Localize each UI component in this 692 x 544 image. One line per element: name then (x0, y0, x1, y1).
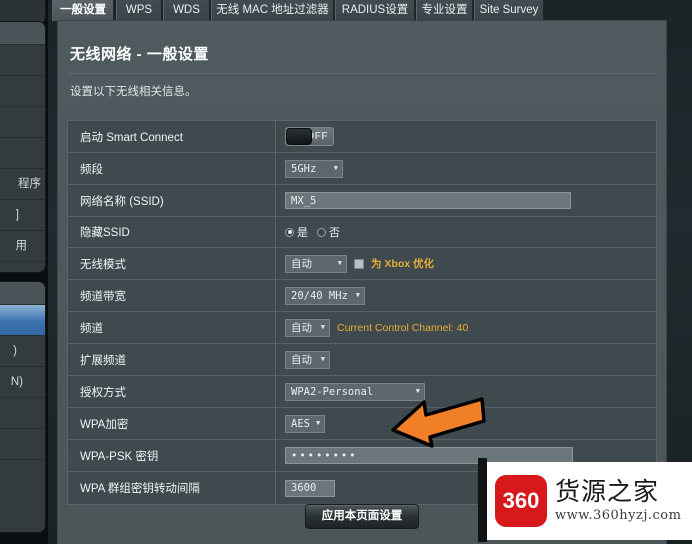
extension-channel-select[interactable]: 自动 ▼ (285, 350, 330, 369)
sidebar-item-upper-2[interactable] (0, 107, 45, 138)
wireless-settings-table: 启动 Smart Connect OFF 频段 5GHz ▼ 网络名称 (SSI… (67, 120, 657, 505)
sidebar-item-lower-4[interactable] (0, 429, 45, 460)
chevron-down-icon: ▼ (415, 387, 420, 395)
extension-channel-value: 自动 (291, 354, 312, 366)
label-channel: 频道 (68, 312, 276, 343)
chevron-down-icon: ▼ (320, 323, 325, 331)
row-wireless-mode: 无线模式 自动 ▼ 为 Xbox 优化 (68, 248, 656, 280)
sidebar-item-lower-1[interactable]: ) (0, 336, 45, 367)
sidebar-menu-upper: 程序 ] 用 (0, 22, 45, 272)
label-band: 频段 (68, 153, 276, 184)
current-control-channel-note: Current Control Channel: 40 (337, 321, 469, 334)
sidebar-menu-lower-header (0, 282, 45, 305)
channel-select[interactable]: 自动 ▼ (285, 318, 330, 337)
bandwidth-value: 20/40 MHz (291, 289, 348, 302)
tab-1[interactable]: WPS (116, 0, 162, 21)
watermark-edge (478, 458, 487, 542)
radio-icon-yes (285, 227, 294, 237)
label-auth-method: 授权方式 (68, 376, 276, 407)
band-select[interactable]: 5GHz ▼ (285, 159, 343, 178)
auth-method-value: WPA2-Personal (291, 385, 374, 398)
row-bandwidth: 频道带宽 20/40 MHz ▼ (68, 280, 656, 312)
row-band: 频段 5GHz ▼ (68, 153, 656, 185)
radio-icon-no (317, 227, 326, 237)
left-sidebar: 程序 ] 用 ) N) (0, 0, 48, 544)
sidebar-item-lower-3[interactable] (0, 398, 45, 429)
smart-connect-toggle[interactable]: OFF (285, 127, 334, 146)
row-smart-connect: 启动 Smart Connect OFF (68, 121, 656, 153)
toggle-knob (286, 128, 312, 145)
sidebar-menu-upper-header (0, 22, 45, 45)
tab-6[interactable]: Site Survey (474, 0, 544, 21)
apply-button[interactable]: 应用本页面设置 (304, 504, 420, 529)
tab-4[interactable]: RADIUS设置 (335, 0, 415, 21)
row-wpa-encryption: WPA加密 AES ▼ (68, 408, 656, 440)
sidebar-item-upper-7[interactable] (0, 262, 45, 272)
hide-ssid-yes-label: 是 (297, 227, 308, 239)
label-bandwidth: 频道带宽 (68, 280, 276, 311)
chevron-down-icon: ▼ (337, 259, 342, 267)
label-extension-channel: 扩展频道 (68, 344, 276, 375)
auth-method-select[interactable]: WPA2-Personal ▼ (285, 382, 425, 401)
sidebar-top-strip (0, 0, 45, 24)
xbox-optimize-checkbox[interactable] (354, 258, 364, 269)
rekey-interval-input[interactable]: 3600 (285, 479, 335, 497)
watermark-name: 货源之家 (555, 477, 660, 507)
tab-2[interactable]: WDS (163, 0, 210, 21)
tab-0[interactable]: 一般设置 (52, 0, 114, 21)
row-hide-ssid: 隐藏SSID 是 否 (68, 217, 656, 248)
watermark: 360 货源之家 www.360hyzj.com (487, 462, 692, 540)
chevron-down-icon: ▼ (355, 291, 360, 299)
sidebar-menu-lower: ) N) (0, 282, 45, 532)
wpa-encryption-value: AES (291, 417, 310, 430)
tab-bar: 一般设置 WPS WDS 无线 MAC 地址过滤器 RADIUS设置 专业设置 Site S… (48, 0, 692, 21)
sidebar-item-upper-4[interactable]: 程序 (0, 169, 45, 200)
channel-value: 自动 (291, 322, 312, 334)
row-ssid: 网络名称 (SSID) MX_5 (68, 185, 656, 217)
rekey-interval-value: 3600 (291, 482, 317, 494)
sidebar-item-upper-5[interactable]: ] (0, 200, 45, 231)
chevron-down-icon: ▼ (333, 164, 338, 172)
label-hide-ssid: 隐藏SSID (68, 217, 276, 247)
ssid-input-value: MX_5 (291, 194, 317, 207)
band-select-value: 5GHz (291, 162, 317, 175)
router-admin-screen: 程序 ] 用 ) N) 一般设置 WPS WDS 无线 MAC 地址过滤器 RADIUS… (0, 0, 692, 544)
chevron-down-icon: ▼ (315, 419, 321, 427)
tab-5[interactable]: 专业设置 (416, 0, 473, 21)
sidebar-item-upper-3[interactable] (0, 138, 45, 169)
row-auth-method: 授权方式 WPA2-Personal ▼ (68, 376, 656, 408)
row-channel: 频道 自动 ▼ Current Control Channel: 40 (68, 312, 656, 344)
wireless-mode-select[interactable]: 自动 ▼ (285, 254, 347, 273)
xbox-optimize-label: 为 Xbox 优化 (371, 258, 435, 270)
chevron-down-icon: ▼ (320, 355, 325, 363)
label-wpa-encryption: WPA加密 (68, 408, 276, 439)
wireless-mode-value: 自动 (291, 258, 312, 270)
label-wpa-psk: WPA-PSK 密钥 (68, 440, 276, 471)
label-ssid: 网络名称 (SSID) (68, 185, 276, 216)
sidebar-item-lower-2[interactable]: N) (0, 367, 45, 398)
page-description: 设置以下无线相关信息。 (70, 86, 197, 98)
sidebar-item-upper-6[interactable]: 用 (0, 231, 45, 262)
wpa-encryption-select[interactable]: AES ▼ (285, 414, 325, 433)
label-smart-connect: 启动 Smart Connect (68, 121, 276, 152)
bandwidth-select[interactable]: 20/40 MHz ▼ (285, 286, 365, 305)
row-extension-channel: 扩展频道 自动 ▼ (68, 344, 656, 376)
wpa-psk-input-value: •••••••• (291, 449, 358, 462)
label-rekey-interval: WPA 群组密钥转动间隔 (68, 472, 276, 504)
sidebar-item-upper-0[interactable] (0, 45, 45, 76)
page-title: 无线网络 - 一般设置 (70, 46, 209, 63)
sidebar-item-upper-1[interactable] (0, 76, 45, 107)
hide-ssid-radio-yes[interactable]: 是 (285, 224, 308, 240)
hide-ssid-no-label: 否 (329, 227, 340, 239)
watermark-url: www.360hyzj.com (555, 507, 682, 523)
ssid-input[interactable]: MX_5 (285, 192, 571, 209)
tab-3[interactable]: 无线 MAC 地址过滤器 (211, 0, 334, 21)
watermark-badge: 360 (495, 475, 547, 527)
hide-ssid-radio-no[interactable]: 否 (317, 224, 340, 240)
title-divider (68, 73, 656, 74)
label-wireless-mode: 无线模式 (68, 248, 276, 279)
sidebar-item-lower-selected[interactable] (0, 305, 45, 336)
